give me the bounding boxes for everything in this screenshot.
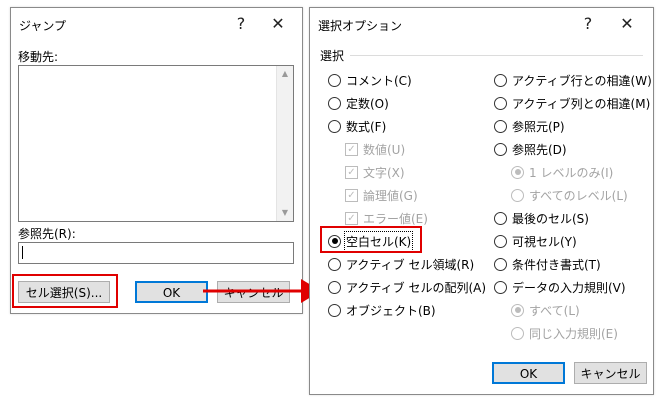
group-divider [350,55,643,56]
option-last-cell[interactable]: 最後のセル(S) [494,208,589,228]
label-direct-only: 1 レベルのみ(I) [529,165,614,180]
sub-validation-same: 同じ入力規則(E) [511,323,618,343]
option-row-differences[interactable]: アクティブ行との相違(W) [494,70,652,90]
radio-last-cell[interactable] [494,211,507,225]
option-conditional-formats[interactable]: 条件付き書式(T) [494,254,601,274]
sub-errors: ✓ エラー値(E) [345,208,428,228]
checkbox-text: ✓ [345,165,358,179]
sub-numbers: ✓ 数値(U) [345,139,405,159]
label-precedents: 参照元(P) [512,119,565,134]
checkbox-errors: ✓ [345,211,358,225]
radio-current-region[interactable] [328,257,341,271]
options-dialog-title: 選択オプション [318,19,403,33]
label-validation-same: 同じ入力規則(E) [529,326,618,341]
reference-input[interactable] [18,242,294,264]
option-data-validation[interactable]: データの入力規則(V) [494,277,626,297]
label-conditional-formats: 条件付き書式(T) [512,257,601,272]
label-current-array: アクティブ セルの配列(A) [346,280,487,295]
label-formulas: 数式(F) [346,119,387,134]
radio-comment[interactable] [328,73,341,87]
option-dependents[interactable]: 参照先(D) [494,139,567,159]
sub-direct-only: 1 レベルのみ(I) [511,162,613,182]
jump-titlebar: ジャンプ ? ✕ [11,8,302,40]
selection-group-title: 選択 [320,49,345,63]
special-button-highlight [12,274,118,308]
scroll-up-icon[interactable]: ▲ [277,66,293,82]
label-comment: コメント(C) [346,73,412,88]
label-all-levels: すべてのレベル(L) [529,188,628,203]
label-text: 文字(X) [363,165,405,180]
checkbox-logicals: ✓ [345,188,358,202]
arrow-icon [203,279,321,303]
label-objects: オブジェクト(B) [346,303,436,318]
options-dialog: 選択オプション ? ✕ 選択 コメント(C) 定数(O) 数式(F) ✓ 数値(… [309,7,654,395]
label-visible-cells: 可視セル(Y) [512,234,577,249]
radio-validation-same [511,326,524,340]
label-validation-all: すべて(L) [529,303,580,318]
option-formulas[interactable]: 数式(F) [328,116,386,136]
blanks-option-highlight [320,226,422,253]
radio-column-differences[interactable] [494,96,507,110]
sub-all-levels: すべてのレベル(L) [511,185,628,205]
options-close-button[interactable]: ✕ [615,14,639,34]
radio-visible-cells[interactable] [494,234,507,248]
sub-logicals: ✓ 論理値(G) [345,185,418,205]
label-row-differences: アクティブ行との相違(W) [512,73,652,88]
label-constants: 定数(O) [346,96,389,111]
option-column-differences[interactable]: アクティブ列との相違(M) [494,93,650,113]
label-numbers: 数値(U) [363,142,406,157]
label-logicals: 論理値(G) [363,188,418,203]
jump-help-button[interactable]: ? [229,14,253,34]
options-ok-button[interactable]: OK [492,362,565,384]
option-current-region[interactable]: アクティブ セル領域(R) [328,254,474,274]
goto-scrollbar[interactable]: ▲ ▼ [276,66,293,221]
option-constants[interactable]: 定数(O) [328,93,389,113]
jump-ok-button[interactable]: OK [135,281,208,303]
radio-objects[interactable] [328,303,341,317]
label-errors: エラー値(E) [363,211,428,226]
radio-precedents[interactable] [494,119,507,133]
text-caret [22,246,23,259]
radio-current-array[interactable] [328,280,341,294]
radio-formulas[interactable] [328,119,341,133]
options-titlebar: 選択オプション ? ✕ [310,8,653,40]
jump-dialog: ジャンプ ? ✕ 移動先: ▲ ▼ 参照先(R): セル選択(S)... OK … [10,7,303,314]
radio-validation-all [511,303,524,317]
radio-constants[interactable] [328,96,341,110]
option-comment[interactable]: コメント(C) [328,70,412,90]
label-column-differences: アクティブ列との相違(M) [512,96,651,111]
radio-all-levels [511,188,524,202]
options-help-button[interactable]: ? [576,14,600,34]
label-dependents: 参照先(D) [512,142,567,157]
radio-direct-only [511,165,524,179]
label-data-validation: データの入力規則(V) [512,280,626,295]
radio-dependents[interactable] [494,142,507,156]
option-precedents[interactable]: 参照元(P) [494,116,565,136]
option-visible-cells[interactable]: 可視セル(Y) [494,231,577,251]
goto-listbox[interactable]: ▲ ▼ [18,65,294,222]
radio-data-validation[interactable] [494,280,507,294]
radio-conditional-formats[interactable] [494,257,507,271]
options-cancel-button[interactable]: キャンセル [574,362,647,384]
reference-label: 参照先(R): [18,227,76,241]
option-current-array[interactable]: アクティブ セルの配列(A) [328,277,486,297]
jump-dialog-title: ジャンプ [19,19,67,33]
checkbox-numbers: ✓ [345,142,358,156]
radio-row-differences[interactable] [494,73,507,87]
option-objects[interactable]: オブジェクト(B) [328,300,436,320]
goto-label: 移動先: [18,50,59,64]
sub-validation-all: すべて(L) [511,300,580,320]
scroll-down-icon[interactable]: ▼ [277,205,293,221]
label-last-cell: 最後のセル(S) [512,211,589,226]
sub-text: ✓ 文字(X) [345,162,405,182]
jump-close-button[interactable]: ✕ [266,14,290,34]
label-current-region: アクティブ セル領域(R) [346,257,475,272]
